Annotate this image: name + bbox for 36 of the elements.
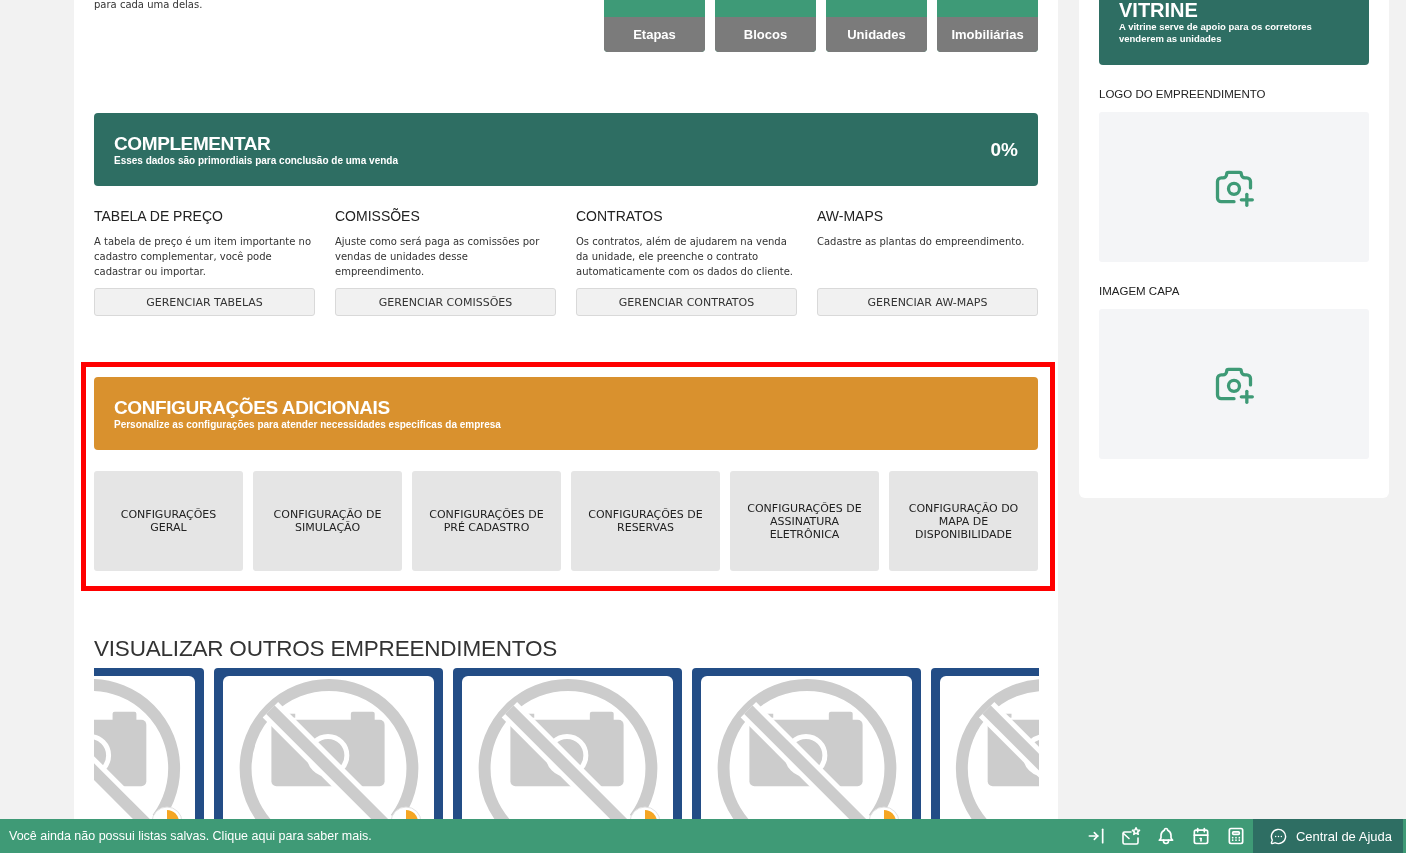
manage-button[interactable]: GERENCIAR TABELAS bbox=[94, 288, 315, 316]
settings-tile[interactable]: CONFIGURAÇÕES DE ASSINATURA ELETRÔNICA bbox=[730, 471, 879, 571]
section-title: COMISSÕES bbox=[335, 207, 421, 225]
chat-bubble-icon bbox=[1269, 827, 1287, 845]
settings-tile[interactable]: CONFIGURAÇÃO DO MAPA DE DISPONIBILIDADE bbox=[889, 471, 1038, 571]
upload-label: IMAGEM CAPA bbox=[1099, 284, 1181, 298]
upload-label: LOGO DO EMPREENDIMENTO bbox=[1099, 87, 1267, 101]
settings-tile[interactable]: CONFIGURAÇÕES DE RESERVAS bbox=[571, 471, 720, 571]
mail-star-icon[interactable] bbox=[1120, 826, 1141, 846]
stat-label: Blocos bbox=[715, 17, 816, 52]
manage-button[interactable]: GERENCIAR AW-MAPS bbox=[817, 288, 1038, 316]
stat-label: Imobiliárias bbox=[937, 17, 1038, 52]
banner-subtitle: Personalize as configurações para atender necessidades especificas da empresa bbox=[114, 418, 501, 431]
help-button[interactable]: Central de Ajuda bbox=[1252, 819, 1403, 853]
banner-subtitle: Esses dados são primordiais para conclusão de uma venda bbox=[114, 154, 398, 167]
stat-label: Unidades bbox=[826, 17, 927, 52]
section-description: A tabela de preço é um item importante no cadastro complementar, você pode cadastrar ou importar. bbox=[94, 235, 313, 279]
banner-subtitle: A vitrine serve de apoio para os corretores venderem as unidades bbox=[1119, 21, 1313, 45]
section-description: Ajuste como será paga as comissões por vendas de unidades desse empreendimento. bbox=[335, 235, 541, 279]
stat-label: Etapas bbox=[604, 17, 705, 52]
banner-title: VITRINE bbox=[1119, 0, 1199, 20]
section-description: Os contratos, além de ajudarem na venda da unidade, ele preenche o contrato automaticamente com os dados do cliente. bbox=[576, 235, 794, 279]
section-title: TABELA DE PREÇO bbox=[94, 207, 224, 225]
section-title: AW-MAPS bbox=[817, 207, 885, 225]
manage-button[interactable]: GERENCIAR CONTRATOS bbox=[576, 288, 797, 316]
settings-tile[interactable]: CONFIGURAÇÕES DE PRÉ CADASTRO bbox=[412, 471, 561, 571]
progress-percent: 0% bbox=[990, 138, 1018, 161]
settings-tile[interactable]: CONFIGURAÇÃO DE SIMULAÇÃO bbox=[253, 471, 402, 571]
intro-text: para cada uma delas. bbox=[94, 0, 203, 10]
settings-tile[interactable]: CONFIGURAÇÕES GERAL bbox=[94, 471, 243, 571]
manage-button[interactable]: GERENCIAR COMISSÕES bbox=[335, 288, 556, 316]
section-description: Cadastre as plantas do empreendimento. bbox=[817, 235, 1026, 249]
section-heading: VISUALIZAR OUTROS EMPREENDIMENTOS bbox=[94, 635, 559, 663]
banner-title: CONFIGURAÇÕES ADICIONAIS bbox=[114, 396, 391, 418]
banner-title: COMPLEMENTAR bbox=[114, 132, 272, 154]
section-title: CONTRATOS bbox=[576, 207, 664, 225]
